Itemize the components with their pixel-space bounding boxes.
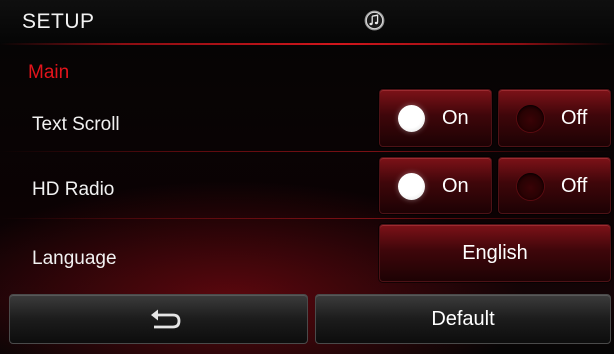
section-title-main: Main xyxy=(28,62,70,83)
on-label: On xyxy=(442,175,469,197)
language-value: English xyxy=(462,242,528,264)
hd-radio-off-button[interactable]: Off xyxy=(498,157,611,214)
radio-unselected-icon xyxy=(517,173,544,200)
language-select-button[interactable]: English xyxy=(379,224,611,282)
header-divider xyxy=(0,43,614,45)
off-label: Off xyxy=(561,175,588,197)
hd-radio-on-button[interactable]: On xyxy=(379,157,492,214)
default-button[interactable]: Default xyxy=(315,294,611,344)
music-note-icon xyxy=(364,10,385,31)
off-label: Off xyxy=(561,107,588,129)
text-scroll-label: Text Scroll xyxy=(32,114,120,135)
row-divider xyxy=(0,218,614,219)
language-label: Language xyxy=(32,248,117,269)
setup-screen: SETUP Main Text Scroll On Off HD Radio O… xyxy=(0,0,614,354)
header-bar: SETUP xyxy=(0,0,614,44)
page-title: SETUP xyxy=(22,10,95,33)
text-scroll-off-button[interactable]: Off xyxy=(498,89,611,147)
row-divider xyxy=(0,151,614,152)
hd-radio-label: HD Radio xyxy=(32,179,115,200)
on-label: On xyxy=(442,107,469,129)
text-scroll-on-button[interactable]: On xyxy=(379,89,492,147)
radio-selected-icon xyxy=(398,105,425,132)
radio-selected-icon xyxy=(398,173,425,200)
back-arrow-icon xyxy=(151,309,181,329)
default-label: Default xyxy=(431,308,495,330)
radio-unselected-icon xyxy=(517,105,544,132)
back-button[interactable] xyxy=(9,294,308,344)
